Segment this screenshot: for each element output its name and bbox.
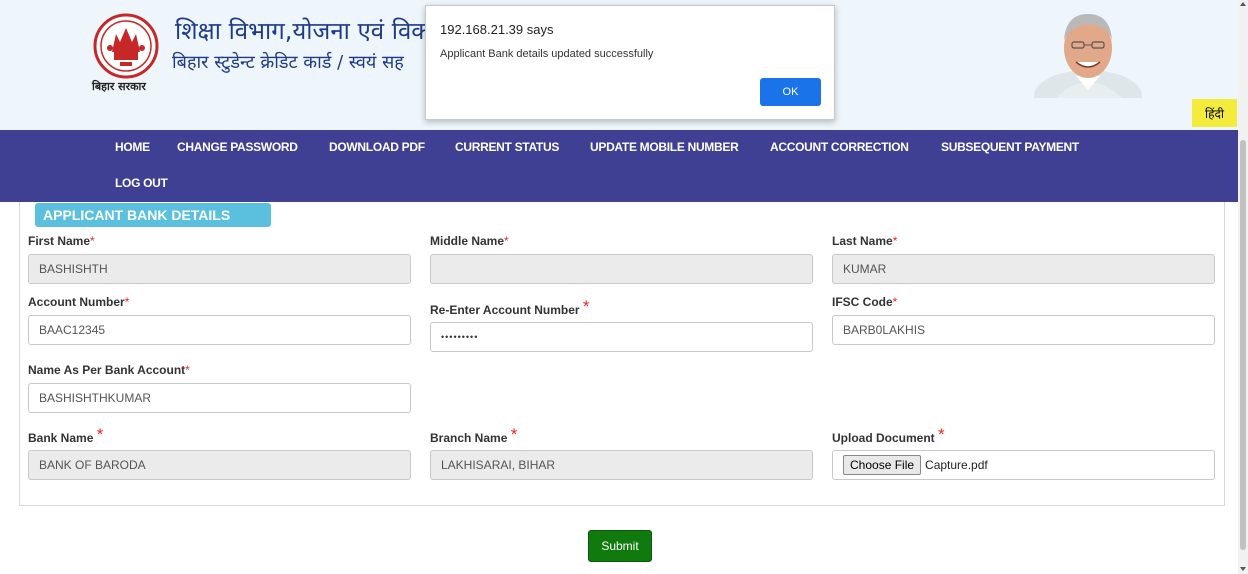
submit-button[interactable]: Submit <box>588 530 652 562</box>
bank-name-field[interactable]: BANK OF BARODA <box>28 450 411 480</box>
scroll-up-arrow-icon[interactable] <box>1240 2 1246 6</box>
password-mask: ••••••••• <box>441 332 479 342</box>
dialog-ok-button[interactable]: OK <box>760 78 821 106</box>
nav-home[interactable]: HOME <box>115 140 150 154</box>
nav-download-pdf[interactable]: DOWNLOAD PDF <box>329 140 425 154</box>
branch-name-field[interactable]: LAKHISARAI, BIHAR <box>430 450 813 480</box>
account-number-label: Account Number* <box>28 295 130 309</box>
choose-file-button[interactable]: Choose File <box>843 455 922 475</box>
branch-name-label: Branch Name * <box>430 425 518 445</box>
emblem-caption: बिहार सरकार <box>92 80 146 93</box>
upload-document-field: Choose File Capture.pdf <box>832 450 1215 480</box>
first-name-field[interactable]: BASHISHTH <box>28 254 411 284</box>
section-title: APPLICANT BANK DETAILS <box>35 203 271 227</box>
reenter-account-input[interactable]: ••••••••• <box>430 322 813 352</box>
dialog-title: 192.168.21.39 says <box>440 22 554 37</box>
ifsc-label: IFSC Code* <box>832 295 898 309</box>
last-name-field[interactable]: KUMAR <box>832 254 1215 284</box>
middle-name-label: Middle Name* <box>430 234 509 248</box>
nav-update-mobile-number[interactable]: UPDATE MOBILE NUMBER <box>590 140 739 154</box>
account-number-input[interactable]: BAAC12345 <box>28 315 411 345</box>
alert-dialog: 192.168.21.39 says Applicant Bank detail… <box>425 5 835 120</box>
reenter-account-label: Re-Enter Account Number * <box>430 297 590 317</box>
selected-file-name: Capture.pdf <box>925 458 988 472</box>
site-title: शिक्षा विभाग,योजना एवं विक <box>175 17 430 45</box>
first-name-label: First Name* <box>28 234 95 248</box>
language-toggle-button[interactable]: हिंदी <box>1192 99 1237 127</box>
name-per-bank-input[interactable]: BASHISHTHKUMAR <box>28 383 411 413</box>
scroll-down-arrow-icon[interactable] <box>1240 567 1246 571</box>
nav-subsequent-payment[interactable]: SUBSEQUENT PAYMENT <box>941 140 1079 154</box>
nav-current-status[interactable]: CURRENT STATUS <box>455 140 559 154</box>
ifsc-input[interactable]: BARB0LAKHIS <box>832 315 1215 345</box>
nav-change-password[interactable]: CHANGE PASSWORD <box>177 140 298 154</box>
nav-account-correction[interactable]: ACCOUNT CORRECTION <box>770 140 909 154</box>
bank-name-label: Bank Name * <box>28 425 104 445</box>
upload-document-label: Upload Document * <box>832 425 945 445</box>
last-name-label: Last Name* <box>832 234 898 248</box>
middle-name-field[interactable] <box>430 254 813 284</box>
dialog-message: Applicant Bank details updated successfu… <box>440 48 654 60</box>
nav-log-out[interactable]: LOG OUT <box>115 176 168 190</box>
scrollbar-thumb[interactable] <box>1240 140 1246 550</box>
page: बिहार सरकार शिक्षा विभाग,योजना एवं विक ब… <box>0 0 1248 574</box>
main-nav: HOME CHANGE PASSWORD DOWNLOAD PDF CURREN… <box>0 130 1238 202</box>
chief-minister-portrait <box>1034 14 1142 98</box>
name-per-bank-label: Name As Per Bank Account* <box>28 363 190 377</box>
site-subtitle: बिहार स्टुडेन्ट क्रेडिट कार्ड / स्वयं सह <box>172 52 404 73</box>
